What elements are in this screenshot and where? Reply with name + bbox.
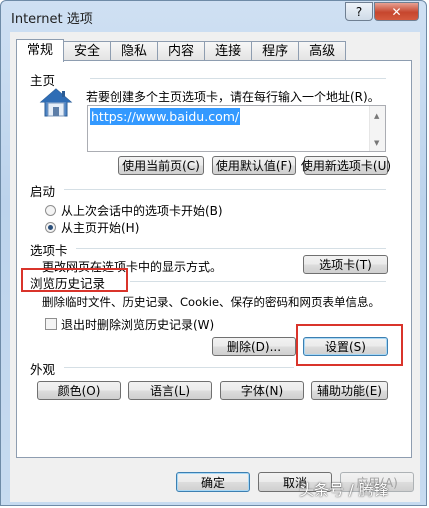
history-heading-highlight — [21, 268, 128, 292]
startup-last-session-label[interactable]: 从上次会话中的选项卡开始(B) — [61, 202, 223, 219]
settings-button-highlight — [296, 324, 403, 366]
delete-history-button[interactable]: 删除(D)... — [212, 337, 296, 356]
colors-button[interactable]: 颜色(O) — [37, 381, 121, 400]
startup-last-session-radio[interactable] — [45, 205, 56, 216]
tabs-divider — [76, 248, 386, 249]
history-divider — [130, 281, 386, 282]
window-title: Internet 选项 — [11, 12, 93, 27]
appearance-divider — [64, 367, 294, 368]
startup-home-label[interactable]: 从主页开始(H) — [61, 219, 139, 236]
tab-privacy[interactable]: 隐私 — [110, 41, 159, 61]
tab-general[interactable]: 常规 — [16, 39, 65, 62]
tab-security[interactable]: 安全 — [63, 41, 112, 61]
startup-divider — [64, 189, 386, 190]
use-current-button[interactable]: 使用当前页(C) — [118, 156, 204, 175]
home-url-textarea[interactable]: https://www.baidu.com/ ▲ ▼ — [87, 105, 386, 152]
close-button[interactable]: ✕ — [374, 2, 419, 21]
tab-advanced[interactable]: 高级 — [298, 41, 347, 61]
delete-on-exit-checkbox[interactable] — [45, 318, 57, 330]
tabs-heading: 选项卡 — [30, 243, 68, 258]
home-url-value: https://www.baidu.com/ — [90, 108, 241, 125]
tab-strip: 常规 安全 隐私 内容 连接 程序 高级 — [16, 39, 347, 62]
textarea-scrollbar[interactable]: ▲ ▼ — [369, 106, 385, 151]
history-description: 删除临时文件、历史记录、Cookie、保存的密码和网页表单信息。 — [42, 295, 381, 309]
tab-content[interactable]: 内容 — [157, 41, 206, 61]
scroll-up-icon[interactable]: ▲ — [374, 112, 379, 120]
languages-button[interactable]: 语言(L) — [128, 381, 212, 400]
home-divider — [90, 78, 386, 79]
use-default-button[interactable]: 使用默认值(F) — [212, 156, 296, 175]
help-button[interactable]: ? — [345, 2, 373, 21]
tab-programs[interactable]: 程序 — [251, 41, 300, 61]
use-new-tab-button[interactable]: 使用新选项卡(U) — [301, 156, 391, 175]
startup-home-radio[interactable] — [45, 222, 56, 233]
startup-heading: 启动 — [30, 184, 56, 199]
ok-button[interactable]: 确定 — [176, 472, 250, 492]
scroll-down-icon[interactable]: ▼ — [374, 139, 379, 147]
house-icon — [39, 86, 73, 123]
accessibility-button[interactable]: 辅助功能(E) — [311, 381, 388, 400]
delete-on-exit-label[interactable]: 退出时删除浏览历史记录(W) — [61, 316, 214, 333]
home-description: 若要创建多个主页选项卡，请在每行输入一个地址(R)。 — [86, 90, 380, 104]
appearance-heading: 外观 — [30, 362, 56, 377]
tab-connections[interactable]: 连接 — [204, 41, 253, 61]
fonts-button[interactable]: 字体(N) — [220, 381, 304, 400]
tabs-settings-button[interactable]: 选项卡(T) — [303, 255, 388, 274]
watermark: 头条号 / 腾锋 — [299, 481, 389, 499]
